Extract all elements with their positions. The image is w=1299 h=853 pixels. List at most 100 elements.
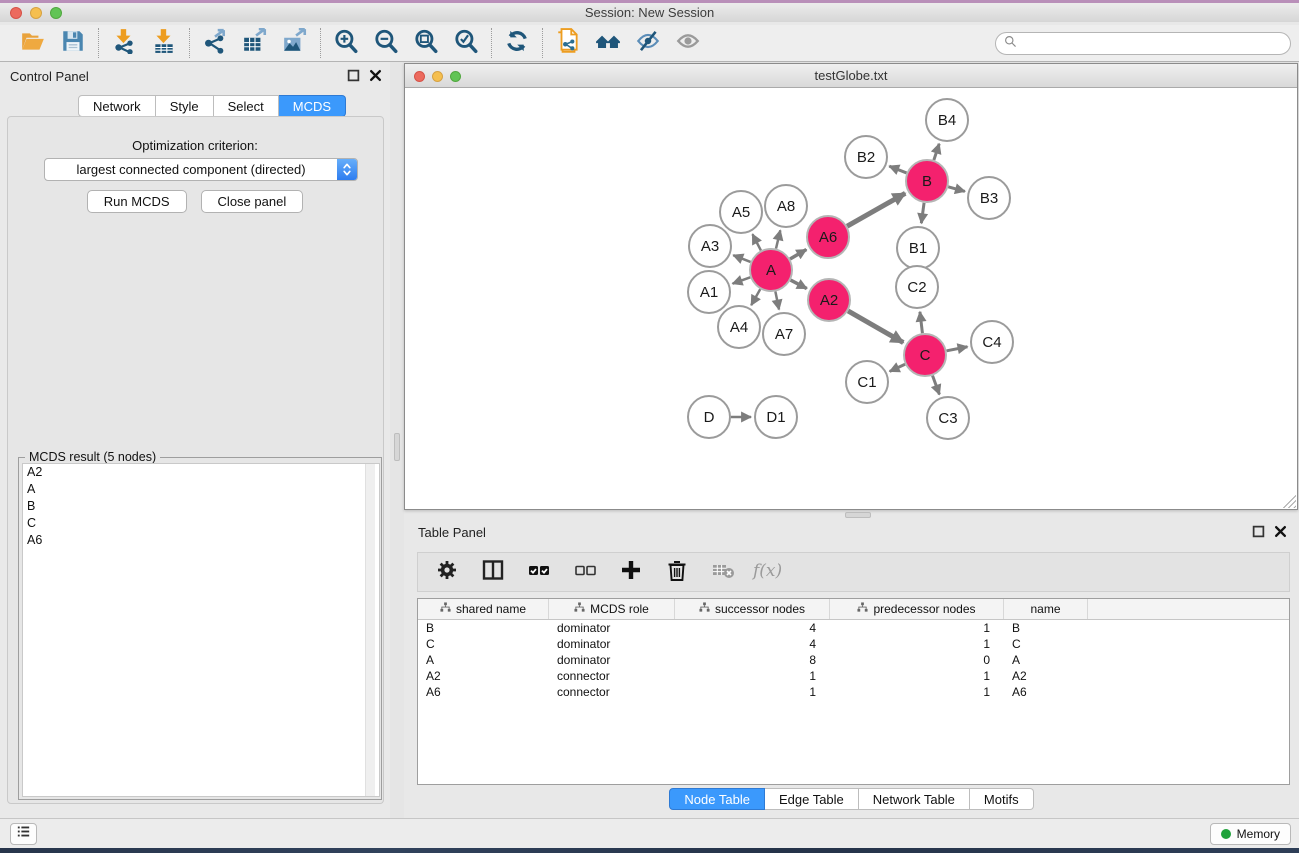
network-maximize-button[interactable] bbox=[450, 71, 461, 82]
column-header-MCDS-role[interactable]: MCDS role bbox=[549, 599, 675, 619]
column-header-successor-nodes[interactable]: successor nodes bbox=[675, 599, 830, 619]
network-close-button[interactable] bbox=[414, 71, 425, 82]
window-resize-grip[interactable] bbox=[1283, 495, 1296, 508]
edge-A2-C[interactable] bbox=[848, 311, 903, 343]
divider-grip[interactable] bbox=[394, 433, 400, 461]
table-cell[interactable]: 1 bbox=[830, 668, 1004, 684]
node-A[interactable]: A bbox=[750, 249, 792, 291]
table-cell[interactable]: dominator bbox=[549, 652, 675, 668]
table-cell[interactable]: A bbox=[1004, 652, 1088, 668]
close-panel-icon[interactable] bbox=[1274, 525, 1287, 538]
import-table-button[interactable] bbox=[149, 28, 179, 58]
column-header-name[interactable]: name bbox=[1004, 599, 1088, 619]
node-C3[interactable]: C3 bbox=[927, 397, 969, 439]
column-header-shared-name[interactable]: shared name bbox=[418, 599, 549, 619]
node-C4[interactable]: C4 bbox=[971, 321, 1013, 363]
table-cell[interactable]: 1 bbox=[830, 620, 1004, 636]
edge-B-B4[interactable] bbox=[934, 144, 939, 160]
node-A4[interactable]: A4 bbox=[718, 306, 760, 348]
eye-button[interactable] bbox=[673, 28, 703, 58]
home-button[interactable] bbox=[593, 28, 623, 58]
mcds-result-list[interactable]: A2ABCA6 bbox=[22, 463, 380, 797]
table-cell[interactable]: dominator bbox=[549, 620, 675, 636]
edge-B-B2[interactable] bbox=[889, 166, 906, 173]
edge-B-B3[interactable] bbox=[948, 187, 965, 192]
search-input[interactable] bbox=[1021, 37, 1282, 51]
node-A6[interactable]: A6 bbox=[807, 216, 849, 258]
horizontal-split-divider[interactable] bbox=[404, 510, 1299, 520]
edge-A-A4[interactable] bbox=[751, 289, 760, 305]
table-cell[interactable]: A bbox=[418, 652, 549, 668]
table-cell[interactable]: A2 bbox=[418, 668, 549, 684]
export-image-button[interactable] bbox=[280, 28, 310, 58]
table-cell[interactable]: 4 bbox=[675, 636, 830, 652]
mcds-result-item[interactable]: A2 bbox=[23, 464, 379, 481]
mcds-result-item[interactable]: B bbox=[23, 498, 379, 515]
table-row[interactable]: A6connector11A6 bbox=[418, 684, 1289, 700]
vertical-split-divider[interactable] bbox=[390, 62, 404, 818]
column-header-predecessor-nodes[interactable]: predecessor nodes bbox=[830, 599, 1004, 619]
table-cell[interactable]: C bbox=[418, 636, 549, 652]
table-cell[interactable]: 1 bbox=[830, 684, 1004, 700]
edge-B-B1[interactable] bbox=[921, 203, 924, 223]
network-canvas[interactable]: B4B2BB3A8A5A6A3B1AC2A1A2A4A7C4CC1C3DD1 bbox=[405, 88, 1297, 508]
node-D1[interactable]: D1 bbox=[755, 396, 797, 438]
edge-A6-B[interactable] bbox=[847, 193, 905, 226]
mcds-result-item[interactable]: C bbox=[23, 515, 379, 532]
tab-network-table[interactable]: Network Table bbox=[859, 788, 970, 810]
mcds-result-item[interactable]: A bbox=[23, 481, 379, 498]
deselect-all-button[interactable] bbox=[570, 557, 600, 587]
columns-button[interactable] bbox=[478, 557, 508, 587]
network-minimize-button[interactable] bbox=[432, 71, 443, 82]
memory-button[interactable]: Memory bbox=[1210, 823, 1291, 845]
node-B4[interactable]: B4 bbox=[926, 99, 968, 141]
refresh-button[interactable] bbox=[502, 28, 532, 58]
mcds-result-item[interactable]: A6 bbox=[23, 532, 379, 549]
float-panel-icon[interactable] bbox=[347, 69, 360, 82]
node-B[interactable]: B bbox=[906, 160, 948, 202]
table-row[interactable]: Cdominator41C bbox=[418, 636, 1289, 652]
edge-A-A5[interactable] bbox=[752, 234, 760, 250]
node-B2[interactable]: B2 bbox=[845, 136, 887, 178]
export-table-button[interactable] bbox=[240, 28, 270, 58]
table-cell[interactable]: A6 bbox=[1004, 684, 1088, 700]
maximize-window-button[interactable] bbox=[50, 7, 62, 19]
node-C1[interactable]: C1 bbox=[846, 361, 888, 403]
table-cell[interactable]: 4 bbox=[675, 620, 830, 636]
node-D[interactable]: D bbox=[688, 396, 730, 438]
trash-button[interactable] bbox=[662, 557, 692, 587]
network-file-button[interactable] bbox=[553, 28, 583, 58]
edge-A-A3[interactable] bbox=[733, 255, 750, 262]
zoom-in-button[interactable] bbox=[331, 28, 361, 58]
network-window-titlebar[interactable]: testGlobe.txt bbox=[405, 64, 1297, 88]
table-cell[interactable]: 1 bbox=[830, 636, 1004, 652]
node-B1[interactable]: B1 bbox=[897, 227, 939, 269]
add-button[interactable] bbox=[616, 557, 646, 587]
tab-style[interactable]: Style bbox=[156, 95, 214, 117]
run-mcds-button[interactable]: Run MCDS bbox=[87, 190, 187, 213]
float-panel-icon[interactable] bbox=[1252, 525, 1265, 538]
edge-A-A8[interactable] bbox=[776, 230, 780, 248]
table-cell[interactable]: 0 bbox=[830, 652, 1004, 668]
close-window-button[interactable] bbox=[10, 7, 22, 19]
edge-A-A1[interactable] bbox=[733, 277, 751, 283]
edge-A-A6[interactable] bbox=[790, 250, 806, 259]
edge-A-A2[interactable] bbox=[791, 280, 807, 288]
table-cell[interactable]: B bbox=[418, 620, 549, 636]
table-cell[interactable]: connector bbox=[549, 668, 675, 684]
export-network-button[interactable] bbox=[200, 28, 230, 58]
zoom-fit-button[interactable] bbox=[411, 28, 441, 58]
close-panel-button[interactable]: Close panel bbox=[201, 190, 304, 213]
task-history-button[interactable] bbox=[10, 823, 37, 845]
search-input-wrap[interactable] bbox=[995, 32, 1291, 55]
table-cell[interactable]: B bbox=[1004, 620, 1088, 636]
close-panel-icon[interactable] bbox=[369, 69, 382, 82]
tab-edge-table[interactable]: Edge Table bbox=[765, 788, 859, 810]
save-button[interactable] bbox=[58, 28, 88, 58]
node-A2[interactable]: A2 bbox=[808, 279, 850, 321]
select-all-button[interactable] bbox=[524, 557, 554, 587]
tab-motifs[interactable]: Motifs bbox=[970, 788, 1034, 810]
table-row[interactable]: Adominator80A bbox=[418, 652, 1289, 668]
table-cell[interactable]: A2 bbox=[1004, 668, 1088, 684]
edge-A-A7[interactable] bbox=[775, 292, 779, 310]
